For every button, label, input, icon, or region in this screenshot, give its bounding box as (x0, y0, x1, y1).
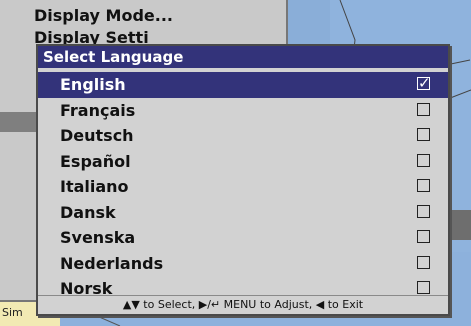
language-item-nederlands[interactable]: Nederlands (38, 251, 448, 277)
language-label: Svenska (60, 228, 136, 247)
language-item-espanol[interactable]: Español (38, 149, 448, 175)
language-label: English (60, 75, 126, 94)
checkbox-icon[interactable] (417, 204, 430, 218)
checkbox-checked-icon[interactable]: ✓ (417, 76, 431, 91)
checkbox-icon[interactable] (417, 102, 430, 116)
select-language-dialog: Select Language English ✓ Français Deuts… (36, 44, 450, 316)
checkbox-icon[interactable] (417, 153, 430, 167)
checkbox-icon[interactable] (417, 128, 430, 141)
menu-highlight (0, 112, 40, 132)
checkbox-icon[interactable] (417, 255, 430, 269)
language-item-francais[interactable]: Français (38, 98, 448, 124)
language-label: Español (60, 151, 131, 171)
language-item-dansk[interactable]: Dansk (38, 200, 448, 226)
language-label: Français (60, 100, 136, 120)
dialog-title: Select Language (38, 46, 448, 68)
language-item-svenska[interactable]: Svenska (38, 225, 448, 251)
checkbox-icon[interactable] (417, 230, 430, 243)
checkbox-icon[interactable] (417, 179, 430, 192)
language-label: Deutsch (60, 126, 134, 145)
checkbox-icon[interactable] (417, 281, 430, 294)
language-item-english[interactable]: English ✓ (38, 72, 448, 98)
language-label: Italiano (60, 177, 129, 196)
language-label: Nederlands (60, 253, 164, 273)
language-label: Dansk (60, 202, 116, 222)
menu-item-display-mode: Display Mode... (34, 6, 173, 25)
language-item-deutsch[interactable]: Deutsch (38, 123, 448, 149)
language-item-italiano[interactable]: Italiano (38, 174, 448, 200)
status-text: Sim (2, 306, 23, 319)
language-list: English ✓ Français Deutsch Español Itali… (38, 72, 448, 302)
dialog-footer-hint: ▲▼ to Select, ▶/↵ MENU to Adjust, ◀ to E… (38, 295, 448, 314)
